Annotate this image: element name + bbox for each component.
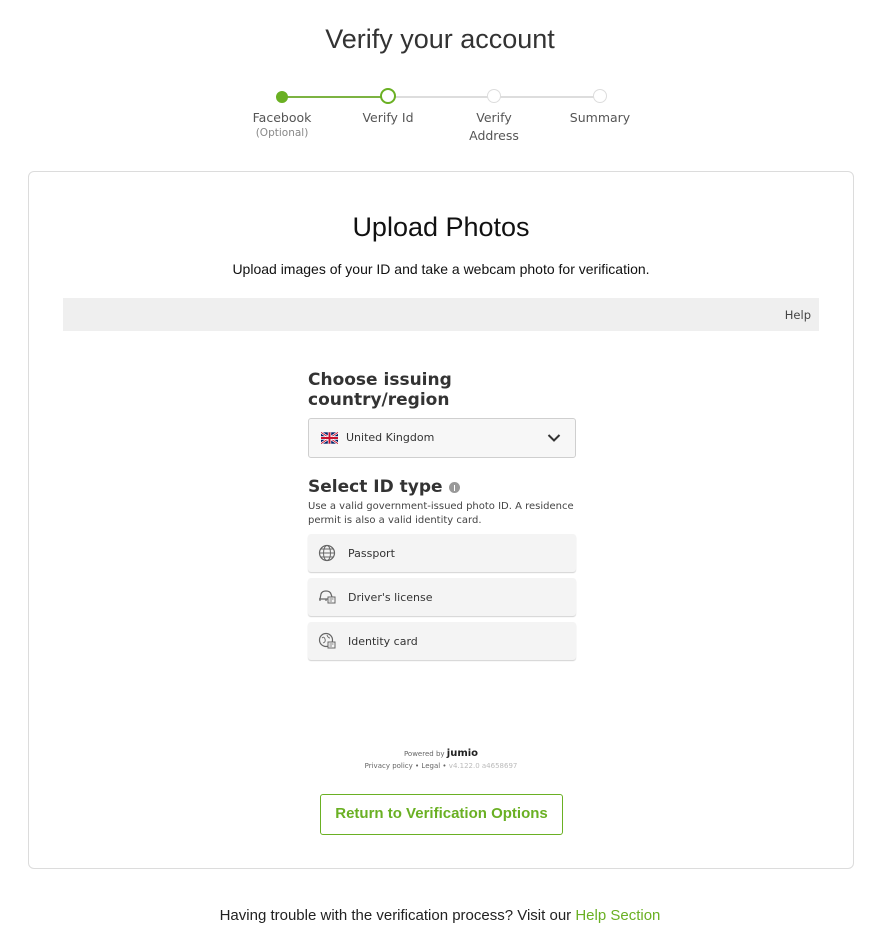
- card-subtitle: Upload images of your ID and take a webc…: [232, 261, 650, 277]
- country-select[interactable]: United Kingdom: [308, 418, 576, 458]
- step-label-address: Address: [469, 128, 519, 143]
- step-connector-1: [282, 96, 388, 98]
- id-option-label: Driver's license: [348, 591, 433, 604]
- help-section-link[interactable]: Help Section: [575, 907, 660, 924]
- card-title: Upload Photos: [352, 212, 530, 242]
- country-value: United Kingdom: [346, 431, 435, 444]
- id-option-drivers-license[interactable]: Driver's license: [308, 578, 576, 616]
- step-label-facebook: Facebook: [252, 110, 312, 125]
- chevron-down-icon: [547, 434, 561, 442]
- jumio-logo: jumio: [446, 748, 479, 759]
- footer-help: Having trouble with the verification pro…: [0, 907, 880, 924]
- uk-flag-icon: [321, 432, 338, 444]
- upload-card: Upload Photos Upload images of your ID a…: [28, 171, 854, 869]
- id-option-label: Identity card: [348, 635, 418, 648]
- step-sublabel-optional: (Optional): [255, 127, 309, 139]
- idtype-heading-row: Select ID type: [308, 477, 576, 497]
- id-option-passport[interactable]: Passport: [308, 534, 576, 572]
- passport-icon: [318, 544, 336, 562]
- id-option-label: Passport: [348, 547, 395, 560]
- footer-text: Having trouble with the verification pro…: [219, 907, 572, 924]
- idtype-description: Use a valid government-issued photo ID. …: [308, 501, 574, 526]
- identity-card-icon: [318, 632, 336, 649]
- step-verify-address: Verify Address: [444, 109, 544, 145]
- powered-by: Powered by jumio: [29, 748, 853, 759]
- progress-stepper: Facebook (Optional) Verify Id Verify Add…: [230, 86, 650, 156]
- step-label-verify: Verify: [476, 110, 512, 125]
- separator: •: [442, 762, 447, 770]
- help-bar: Help: [63, 298, 819, 331]
- step-facebook: Facebook (Optional): [232, 109, 332, 139]
- return-to-verification-options-button[interactable]: Return to Verification Options: [320, 794, 563, 835]
- step-label-summary: Summary: [569, 110, 631, 125]
- step-dot-verify-address: [487, 89, 501, 103]
- legal-links: Privacy policy • Legal • v4.122.0 a46586…: [29, 762, 853, 770]
- step-dot-verify-id: [380, 88, 396, 104]
- country-heading: Choose issuing country/region: [308, 370, 452, 410]
- separator: •: [415, 762, 420, 770]
- idtype-heading: Select ID type: [308, 477, 443, 497]
- help-link[interactable]: Help: [785, 308, 811, 322]
- privacy-policy-link[interactable]: Privacy policy: [365, 762, 413, 770]
- powered-prefix: Powered by: [403, 750, 445, 758]
- step-dot-summary: [593, 89, 607, 103]
- id-verification-widget: Choose issuing country/region United Kin…: [308, 370, 576, 660]
- version-text: v4.122.0 a4658697: [448, 762, 518, 770]
- page-title: Verify your account: [325, 24, 555, 54]
- step-label-verify-id: Verify Id: [362, 110, 414, 125]
- drivers-license-icon: [319, 590, 336, 604]
- legal-link[interactable]: Legal: [421, 762, 440, 770]
- id-option-identity-card[interactable]: Identity card: [308, 622, 576, 660]
- info-icon[interactable]: [448, 481, 460, 493]
- step-dot-facebook: [276, 91, 288, 103]
